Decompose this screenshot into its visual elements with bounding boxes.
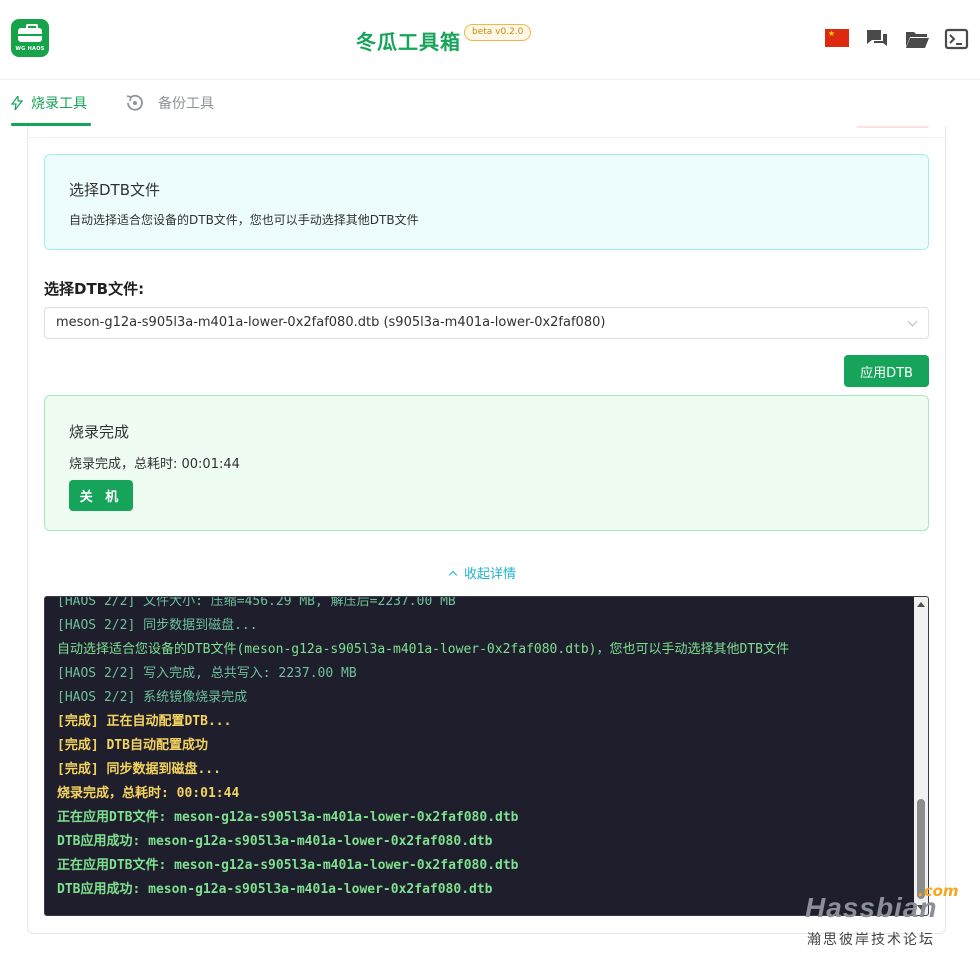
terminal-icon[interactable]: [944, 26, 970, 52]
alert-title: 烧录完成: [69, 423, 130, 441]
burn-complete-alert: 烧录完成 烧录完成，总耗时: 00:01:44 关 机: [44, 395, 929, 531]
log-console[interactable]: [HAOS 2/2] 文件大小: 压缩=456.29 MB, 解压后=2237.…: [44, 596, 929, 916]
console-line: DTB应用成功: meson-g12a-s905l3a-m401a-lower-…: [57, 834, 493, 849]
console-line: 正在应用DTB文件: meson-g12a-s905l3a-m401a-lowe…: [57, 858, 519, 873]
console-line: [HAOS 2/2] 系统镜像烧录完成: [57, 690, 248, 705]
dtb-select-label: 选择DTB文件:: [44, 280, 145, 298]
dtb-info-alert: 选择DTB文件 自动选择适合您设备的DTB文件，您也可以手动选择其他DTB文件: [44, 154, 929, 250]
dtb-select[interactable]: meson-g12a-s905l3a-m401a-lower-0x2faf080…: [44, 307, 929, 339]
version-badge: beta v0.2.0: [464, 24, 532, 41]
console-line: 烧录完成，总耗时: 00:01:44: [57, 786, 240, 801]
dtb-select-value: meson-g12a-s905l3a-m401a-lower-0x2faf080…: [56, 315, 606, 330]
collapse-label: 收起详情: [464, 567, 517, 582]
partially-hidden-button: [856, 126, 929, 128]
collapse-details-toggle[interactable]: 收起详情: [448, 563, 517, 582]
tab-label: 备份工具: [158, 96, 214, 112]
folder-icon[interactable]: [904, 26, 930, 52]
console-scrollbar[interactable]: [914, 597, 928, 915]
chevron-down-icon: [907, 316, 918, 327]
console-line: [HAOS 2/2] 写入完成, 总共写入: 2237.00 MB: [57, 666, 357, 681]
alert-title: 选择DTB文件: [69, 181, 161, 199]
console-lines: [HAOS 2/2] 文件大小: 压缩=456.29 MB, 解压后=2237.…: [57, 596, 917, 902]
console-line: 正在应用DTB文件: meson-g12a-s905l3a-m401a-lowe…: [57, 810, 519, 825]
watermark: .com Hassbian 瀚思彼岸技术论坛: [805, 882, 965, 952]
backup-icon: [126, 94, 143, 111]
tab-bar: 烧录工具 备份工具: [0, 80, 980, 126]
apply-dtb-button[interactable]: 应用DTB: [844, 355, 929, 387]
tab-label: 烧录工具: [31, 96, 87, 112]
scroll-up-icon[interactable]: [917, 602, 925, 607]
alert-description: 自动选择适合您设备的DTB文件，您也可以手动选择其他DTB文件: [69, 213, 419, 227]
china-flag-icon[interactable]: ★: [825, 29, 849, 47]
console-line: [完成] DTB自动配置成功: [57, 738, 208, 753]
divider: [27, 137, 946, 138]
alert-description: 烧录完成，总耗时: 00:01:44: [69, 457, 240, 472]
watermark-brand: Hassbian: [805, 892, 938, 923]
app-title: 冬瓜工具箱: [356, 30, 461, 54]
app-header: WG HAOS 冬瓜工具箱 beta v0.2.0 ★: [0, 0, 980, 80]
console-line: [完成] 正在自动配置DTB...: [57, 714, 232, 729]
tab-backup-tool[interactable]: 备份工具: [124, 80, 214, 126]
tab-burn-tool[interactable]: 烧录工具: [11, 80, 87, 126]
chevron-up-icon: [448, 570, 458, 579]
logo-text: WG HAOS: [15, 46, 45, 52]
app-logo: WG HAOS: [11, 19, 49, 57]
console-line: [HAOS 2/2] 同步数据到磁盘...: [57, 618, 258, 633]
toolbox-icon: [18, 24, 42, 42]
console-line: [HAOS 2/2] 文件大小: 压缩=456.29 MB, 解压后=2237.…: [57, 596, 456, 609]
shutdown-button[interactable]: 关 机: [69, 480, 133, 511]
console-line: [完成] 同步数据到磁盘...: [57, 762, 221, 777]
console-line: 自动选择适合您设备的DTB文件(meson-g12a-s905l3a-m401a…: [57, 642, 789, 657]
lightning-icon: [11, 96, 23, 110]
chat-icon[interactable]: [864, 26, 890, 52]
watermark-subtitle: 瀚思彼岸技术论坛: [807, 932, 935, 948]
console-line: DTB应用成功: meson-g12a-s905l3a-m401a-lower-…: [57, 882, 493, 897]
